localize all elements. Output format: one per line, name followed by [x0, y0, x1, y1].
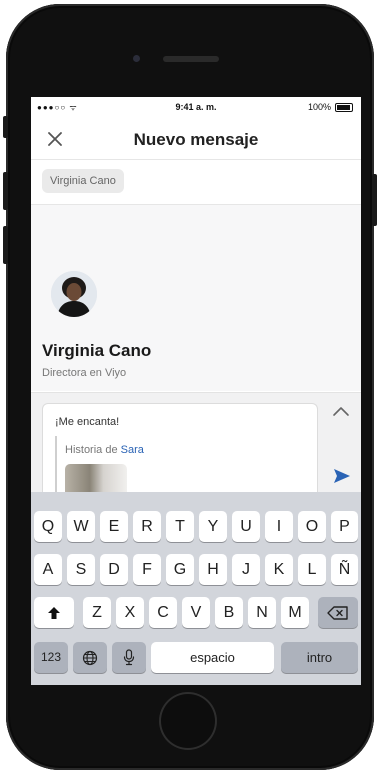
power-button	[372, 174, 377, 226]
space-key[interactable]: espacio	[151, 642, 274, 673]
microphone-key[interactable]	[112, 642, 146, 673]
key-n[interactable]: N	[248, 597, 276, 628]
keyboard-row-4: 123 espacio intro	[31, 642, 361, 676]
shared-story-prefix: Historia de	[65, 444, 121, 456]
globe-icon	[82, 650, 98, 666]
story-thumbnail[interactable]	[65, 464, 127, 494]
globe-key[interactable]	[73, 642, 107, 673]
page-title: Nuevo mensaje	[133, 130, 259, 149]
keyboard: Q W E R T Y U I O P A S D F G H J K L Ñ	[31, 492, 361, 685]
home-button[interactable]	[159, 692, 217, 750]
key-u[interactable]: U	[232, 511, 260, 542]
profile-name: Virginia Cano	[42, 341, 152, 360]
key-w[interactable]: W	[67, 511, 95, 542]
recipients-field[interactable]: Virginia Cano	[31, 160, 361, 205]
key-o[interactable]: O	[298, 511, 326, 542]
return-key[interactable]: intro	[281, 642, 358, 673]
key-b[interactable]: B	[215, 597, 243, 628]
recipient-chip[interactable]: Virginia Cano	[42, 169, 124, 193]
send-icon[interactable]	[333, 467, 351, 485]
microphone-icon	[123, 649, 135, 666]
volume-up-button	[3, 172, 8, 210]
key-a[interactable]: A	[34, 554, 62, 585]
shift-key[interactable]	[34, 597, 74, 628]
navigation-bar: Nuevo mensaje	[31, 119, 361, 160]
recipient-profile: Virginia Cano Directora en Viyo	[31, 205, 361, 391]
key-v[interactable]: V	[182, 597, 210, 628]
key-t[interactable]: T	[166, 511, 194, 542]
key-q[interactable]: Q	[34, 511, 62, 542]
message-text: ¡Me encanta!	[55, 416, 120, 428]
mute-switch	[3, 116, 8, 138]
message-input[interactable]: ¡Me encanta! Historia de Sara	[42, 403, 318, 494]
key-j[interactable]: J	[232, 554, 260, 585]
shared-story[interactable]: Historia de Sara	[55, 436, 315, 494]
numbers-key[interactable]: 123	[34, 642, 68, 673]
key-c[interactable]: C	[149, 597, 177, 628]
avatar[interactable]	[51, 271, 97, 317]
key-h[interactable]: H	[199, 554, 227, 585]
keyboard-row-1: Q W E R T Y U I O P	[31, 511, 361, 545]
shared-story-label: Historia de Sara	[65, 444, 144, 456]
backspace-key[interactable]	[318, 597, 358, 628]
key-n-tilde[interactable]: Ñ	[331, 554, 358, 585]
front-camera	[133, 55, 140, 62]
battery-percent: 100%	[307, 102, 331, 112]
shift-icon	[48, 607, 60, 619]
key-p[interactable]: P	[331, 511, 358, 542]
app-screen: ●●●○○ ᯤ 9:41 a. m. 100% Nuevo mensaje Vi…	[31, 97, 361, 685]
key-s[interactable]: S	[67, 554, 95, 585]
key-m[interactable]: M	[281, 597, 309, 628]
key-r[interactable]: R	[133, 511, 161, 542]
key-z[interactable]: Z	[83, 597, 111, 628]
avatar-image	[51, 271, 97, 317]
status-bar: ●●●○○ ᯤ 9:41 a. m. 100%	[31, 97, 361, 119]
key-k[interactable]: K	[265, 554, 293, 585]
backspace-icon	[327, 606, 348, 620]
earpiece-speaker	[163, 56, 219, 62]
key-i[interactable]: I	[265, 511, 293, 542]
volume-down-button	[3, 226, 8, 264]
key-f[interactable]: F	[133, 554, 161, 585]
key-g[interactable]: G	[166, 554, 194, 585]
keyboard-row-3: Z X C V B N M	[31, 597, 361, 631]
key-x[interactable]: X	[116, 597, 144, 628]
message-composer: ¡Me encanta! Historia de Sara	[31, 392, 361, 494]
battery-icon	[335, 103, 353, 112]
key-e[interactable]: E	[100, 511, 128, 542]
key-y[interactable]: Y	[199, 511, 227, 542]
key-d[interactable]: D	[100, 554, 128, 585]
profile-role: Directora en Viyo	[42, 367, 127, 379]
chevron-up-icon[interactable]	[331, 405, 351, 419]
key-l[interactable]: L	[298, 554, 326, 585]
story-author-link[interactable]: Sara	[121, 444, 144, 456]
keyboard-row-2: A S D F G H J K L Ñ	[31, 554, 361, 588]
